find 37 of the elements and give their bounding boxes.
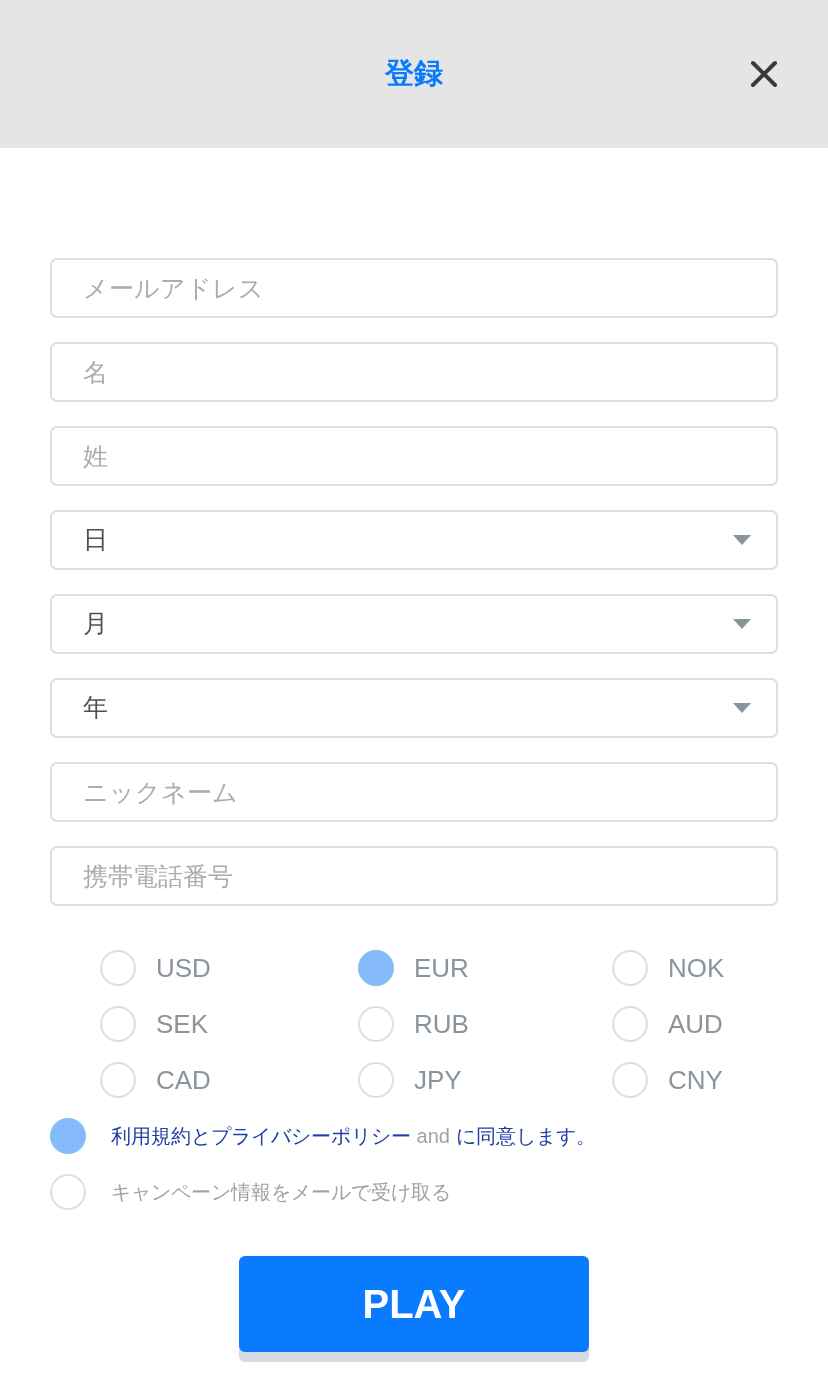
dropdown-field[interactable]: 月 xyxy=(50,594,778,654)
input-field[interactable]: 姓 xyxy=(50,426,778,486)
input-field[interactable]: ニックネーム xyxy=(50,762,778,822)
currency-label: NOK xyxy=(668,951,725,985)
terms-text: 利用規約とプライバシーポリシー and に同意します。 xyxy=(111,1124,596,1149)
terms-link[interactable]: 利用規約とプライバシーポリシー xyxy=(111,1125,411,1147)
radio-button[interactable] xyxy=(100,1006,136,1042)
currency-label: SEK xyxy=(156,1007,209,1041)
caret-icon xyxy=(733,619,751,629)
radio-button[interactable] xyxy=(100,950,136,986)
dropdown-field[interactable]: 日 xyxy=(50,510,778,570)
radio-button[interactable] xyxy=(612,1062,648,1098)
option-label: キャンペーン情報をメールで受け取る xyxy=(111,1180,451,1205)
caret-icon xyxy=(733,535,751,545)
radio-button[interactable] xyxy=(612,1006,648,1042)
caret-icon xyxy=(733,703,751,713)
currency-label: CNY xyxy=(668,1063,723,1097)
close-icon[interactable] xyxy=(750,60,778,88)
checkbox[interactable] xyxy=(50,1118,86,1154)
terms-link[interactable]: に同意します。 xyxy=(455,1125,596,1147)
currency-label: AUD xyxy=(668,1007,723,1041)
currency-label: USD xyxy=(156,951,211,985)
currency-label: EUR xyxy=(414,951,469,985)
radio-button[interactable] xyxy=(358,1062,394,1098)
currency-label: RUB xyxy=(414,1007,469,1041)
dialog-title: 登録 xyxy=(385,56,443,92)
input-field[interactable]: 名 xyxy=(50,342,778,402)
currency-label: CAD xyxy=(156,1063,211,1097)
input-field[interactable]: 携帯電話番号 xyxy=(50,846,778,906)
radio-button[interactable] xyxy=(358,1006,394,1042)
dropdown-field[interactable]: 年 xyxy=(50,678,778,738)
radio-button[interactable] xyxy=(100,1062,136,1098)
radio-button[interactable] xyxy=(358,950,394,986)
radio-button[interactable] xyxy=(612,950,648,986)
input-field[interactable]: メールアドレス xyxy=(50,258,778,318)
currency-label: JPY xyxy=(414,1063,462,1097)
checkbox[interactable] xyxy=(50,1174,86,1210)
